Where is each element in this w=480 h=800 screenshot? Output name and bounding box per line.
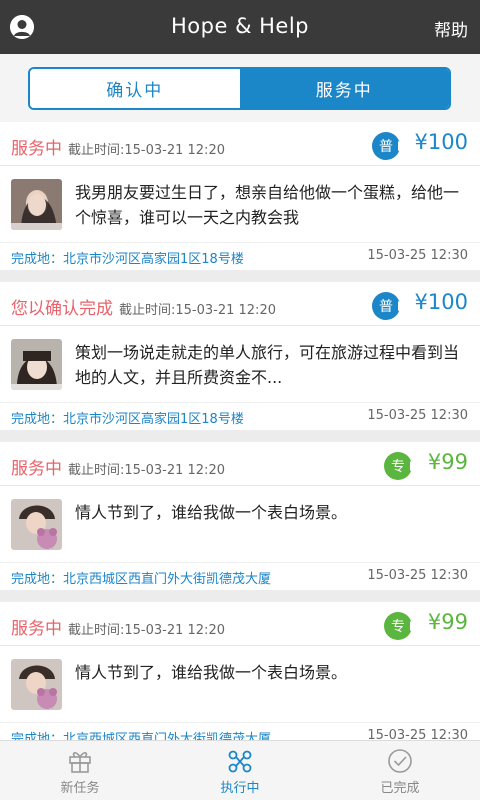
task-location: 完成地：北京市沙河区高家园1区18号楼: [11, 412, 244, 427]
tab-completed[interactable]: 已完成: [320, 741, 480, 800]
task-status: 服务中 截止时间:15-03-21 12:20: [11, 454, 225, 479]
status-segmented-control: 确认中 服务中: [28, 67, 451, 110]
tab-confirming[interactable]: 确认中: [30, 69, 240, 108]
task-deadline: 截止时间:15-03-21 12:20: [68, 143, 225, 158]
app-header: Hope & Help 帮助: [0, 0, 480, 54]
task-card[interactable]: 服务中 截止时间:15-03-21 12:20 专 ¥99 情人节到了，谁给我做一…: [0, 442, 480, 590]
app-title: Hope & Help: [171, 14, 309, 38]
task-price: ¥99: [427, 450, 468, 474]
requester-avatar[interactable]: [11, 499, 62, 550]
task-date: 15-03-25 12:30: [367, 568, 468, 583]
tab-in-service[interactable]: 服务中: [239, 69, 449, 108]
requester-avatar[interactable]: [11, 339, 62, 390]
task-type-badge: 专: [384, 452, 418, 480]
tab-label: 新任务: [60, 781, 100, 796]
bottom-tab-bar: 新任务 执行中 已完成: [0, 740, 480, 800]
segment-bar: 确认中 服务中: [0, 54, 480, 122]
task-location: 完成地：北京市沙河区高家园1区18号楼: [11, 252, 244, 267]
task-deadline: 截止时间:15-03-21 12:20: [68, 623, 225, 638]
task-deadline: 截止时间:15-03-21 12:20: [119, 303, 276, 318]
task-price: ¥100: [414, 290, 468, 314]
tab-label: 已完成: [380, 781, 420, 796]
task-card-header: 您以确认完成 截止时间:15-03-21 12:20 普 ¥100: [0, 282, 480, 326]
task-price: ¥99: [427, 610, 468, 634]
task-card-header: 服务中 截止时间:15-03-21 12:20 专 ¥99: [0, 442, 480, 486]
help-button[interactable]: 帮助: [434, 16, 468, 41]
task-type-badge: 普: [372, 132, 406, 160]
task-status-label: 服务中: [11, 619, 62, 639]
task-card-header: 服务中 截止时间:15-03-21 12:20 普 ¥100: [0, 122, 480, 166]
task-card[interactable]: 服务中 截止时间:15-03-21 12:20 普 ¥100 我男朋友要过生日了，…: [0, 122, 480, 270]
tab-in-progress[interactable]: 执行中: [160, 741, 320, 800]
task-description: 策划一场说走就走的单人旅行，可在旅游过程中看到当地的人文，并且所费资金不...: [75, 343, 460, 387]
task-card[interactable]: 您以确认完成 截止时间:15-03-21 12:20 普 ¥100 策划一场说走就…: [0, 282, 480, 430]
requester-avatar[interactable]: [11, 179, 62, 230]
task-card[interactable]: 服务中 截止时间:15-03-21 12:20 专 ¥99 情人节到了，谁给我做一…: [0, 602, 480, 750]
task-status: 服务中 截止时间:15-03-21 12:20: [11, 614, 225, 639]
task-description: 情人节到了，谁给我做一个表白场景。: [75, 663, 348, 682]
task-status-label: 服务中: [11, 459, 62, 479]
requester-avatar[interactable]: [11, 659, 62, 710]
task-description: 情人节到了，谁给我做一个表白场景。: [75, 503, 348, 522]
task-card-header: 服务中 截止时间:15-03-21 12:20 专 ¥99: [0, 602, 480, 646]
task-type-badge: 专: [384, 612, 418, 640]
nodes-icon: [226, 747, 254, 775]
task-deadline: 截止时间:15-03-21 12:20: [68, 463, 225, 478]
task-status-label: 您以确认完成: [11, 299, 113, 319]
task-status: 服务中 截止时间:15-03-21 12:20: [11, 134, 225, 159]
task-date: 15-03-25 12:30: [367, 248, 468, 263]
task-location: 完成地：北京西城区西直门外大街凯德茂大厦: [11, 572, 272, 587]
task-type-badge: 普: [372, 292, 406, 320]
gift-icon: [66, 747, 94, 775]
task-price: ¥100: [414, 130, 468, 154]
check-circle-icon: [386, 747, 414, 775]
tab-label: 执行中: [220, 781, 260, 796]
task-status: 您以确认完成 截止时间:15-03-21 12:20: [11, 294, 276, 319]
task-date: 15-03-25 12:30: [367, 408, 468, 423]
task-description: 我男朋友要过生日了，想亲自给他做一个蛋糕，给他一个惊喜，谁可以一天之内教会我: [75, 183, 460, 227]
tab-new-tasks[interactable]: 新任务: [0, 741, 160, 800]
task-status-label: 服务中: [11, 139, 62, 159]
